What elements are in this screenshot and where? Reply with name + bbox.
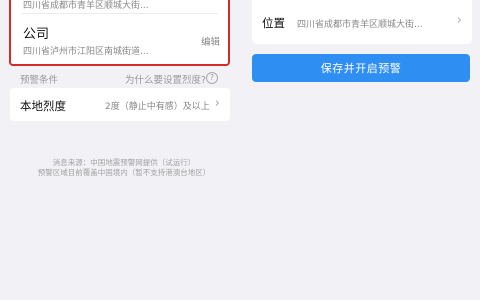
chevron-right-icon: ›	[456, 13, 462, 28]
why-set-intensity-link[interactable]: 为什么要设置烈度?	[125, 72, 206, 86]
divider	[21, 13, 218, 14]
location-label: 位置	[262, 16, 285, 30]
company-address-detail: 四川省泸州市江阳区南城街道...	[23, 47, 149, 57]
left-settings-panel: 四川省成都市青羊区顺城大街... 公司 四川省泸州市江阳区南城街道... 编辑 …	[0, 0, 232, 300]
right-settings-panel: 位置 四川省成都市青羊区顺城大街... › 保存并开启预警	[248, 0, 480, 300]
edit-company-address-button[interactable]: 编辑	[201, 34, 220, 48]
coverage-footnote: 预警区域目前覆盖中国境内（暂不支持港澳台地区）	[37, 168, 211, 177]
address-card-highlighted: 四川省成都市青羊区顺城大街... 公司 四川省泸州市江阳区南城街道... 编辑	[9, 0, 230, 66]
help-icon[interactable]: ?	[206, 72, 218, 84]
chevron-right-icon: ›	[214, 96, 220, 111]
local-intensity-row[interactable]: 本地烈度 2度（静止中有感）及以上 ›	[10, 88, 230, 121]
local-intensity-value: 2度（静止中有感）及以上	[105, 102, 210, 112]
company-address-name: 公司	[23, 27, 50, 42]
home-address-partial: 四川省成都市青羊区顺城大街...	[23, 1, 149, 11]
alert-condition-label: 预警条件	[20, 75, 59, 86]
location-row[interactable]: 位置 四川省成都市青羊区顺城大街... ›	[252, 0, 472, 44]
location-value: 四川省成都市青羊区顺城大街...	[297, 20, 423, 30]
save-and-enable-alert-button[interactable]: 保存并开启预警	[252, 54, 470, 82]
local-intensity-label: 本地烈度	[20, 99, 66, 113]
